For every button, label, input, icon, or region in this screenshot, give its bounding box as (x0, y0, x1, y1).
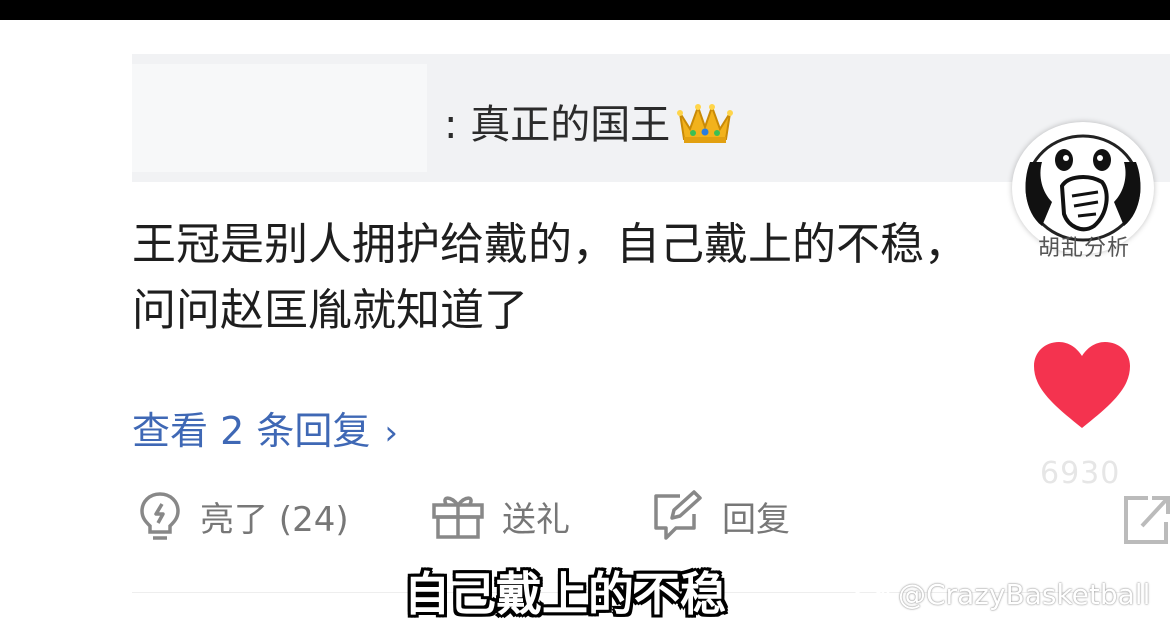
quoted-comment-box: : 真正的国王 (132, 54, 1170, 182)
edit-reply-icon (654, 490, 702, 540)
gift-icon (432, 496, 484, 539)
crown-icon (676, 99, 734, 155)
comment-text: 王冠是别人拥护给戴的，自己戴上的不稳， 问问赵匡胤就知道了 (132, 219, 968, 336)
top-black-bar (0, 0, 1170, 20)
heart-icon (1034, 342, 1130, 428)
chevron-right-icon: › (384, 413, 398, 453)
watermark-text: @CrazyBasketball (898, 578, 1151, 611)
weibo-icon (852, 581, 890, 610)
watermark: @CrazyBasketball (852, 578, 1150, 611)
view-replies-label: 查看 2 条回复 (132, 409, 371, 453)
video-subtitle: 自己戴上的不稳 (404, 567, 726, 621)
gift-label: 送礼 (502, 499, 570, 540)
quoted-text: : 真正的国王 (444, 102, 671, 148)
share-button[interactable] (1120, 492, 1170, 552)
avatar-tag: 胡乱分析 (1038, 236, 1131, 261)
like-label: 亮了 (24) (200, 499, 349, 540)
like-button[interactable]: 亮了 (24) (136, 486, 349, 546)
view-replies-link[interactable]: 查看 2 条回复 › (132, 400, 398, 455)
quoted-comment-text: : 真正的国王 (444, 92, 734, 155)
lightbulb-icon (140, 492, 180, 540)
share-icon (1124, 496, 1170, 544)
like-heart-button[interactable] (1032, 340, 1132, 436)
reply-button[interactable]: 回复 (650, 486, 790, 546)
reply-label: 回复 (722, 499, 790, 540)
quoted-username-blurred (132, 64, 427, 172)
gift-button[interactable]: 送礼 (430, 486, 570, 546)
like-count: 6930 (1040, 456, 1121, 491)
